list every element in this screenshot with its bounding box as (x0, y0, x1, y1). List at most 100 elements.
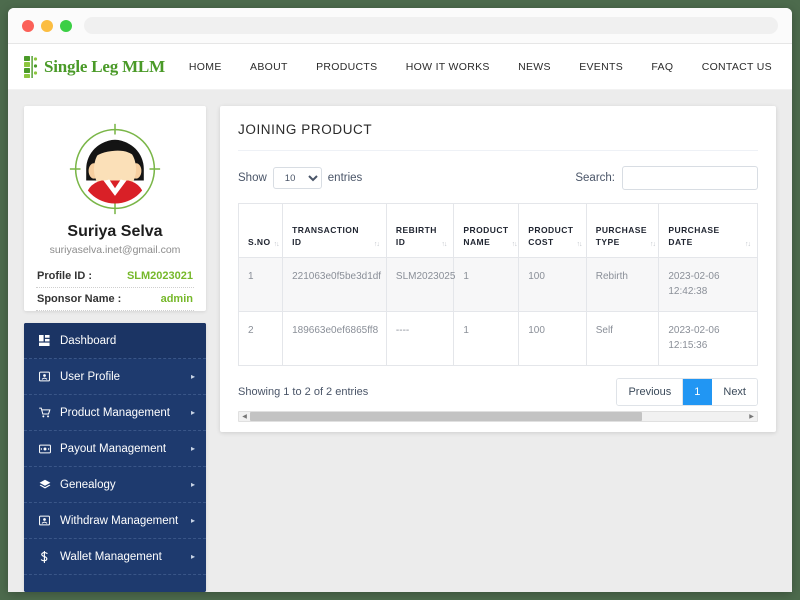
column-header-product-cost[interactable]: PRODUCT COST ↑↓ (518, 203, 587, 258)
site-logo[interactable]: Single Leg MLM (24, 55, 165, 79)
cell-product-name: 1 (453, 256, 520, 312)
search-input[interactable] (622, 166, 758, 190)
site-header: Single Leg MLM HOME ABOUT PRODUCTS HOW I… (8, 44, 792, 90)
show-label: Show (238, 172, 267, 184)
page-length-control: Show 10 25 50 100 entries (238, 167, 362, 189)
sort-icon: ↑↓ (441, 240, 447, 248)
minimize-window-button[interactable] (41, 19, 53, 32)
user-card-icon (37, 515, 52, 526)
chevron-right-icon: ▸ (190, 443, 195, 453)
column-label-transaction-id: TRANSACTION ID (292, 225, 359, 248)
chevron-right-icon: ▸ (190, 515, 195, 525)
sidebar-item-user-profile[interactable]: User Profile ▸ (24, 359, 206, 395)
sponsor-name-label: Sponsor Name : (37, 293, 122, 305)
page-title: JOINING PRODUCT (238, 122, 758, 151)
column-header-product-name[interactable]: PRODUCT NAME ↑↓ (453, 203, 520, 258)
sort-icon: ↑↓ (511, 240, 518, 248)
traffic-lights (22, 19, 72, 32)
sidebar-item-payout-management[interactable]: Payout Management ▸ (24, 431, 206, 467)
cell-transaction-id: 189663e0ef6865ff8 (282, 310, 387, 366)
layers-icon (37, 479, 52, 490)
column-header-sno[interactable]: S.NO ↑↓ (238, 203, 284, 258)
brand-name: Single Leg MLM (44, 56, 165, 76)
sidebar-item-product-management[interactable]: Product Management ▸ (24, 395, 206, 431)
horizontal-scrollbar[interactable]: ◀ ▶ (238, 411, 758, 423)
column-label-purchase-date: PURCHASE DATE (668, 225, 720, 248)
table-row: 2 189663e0ef6865ff8 ---- 1 100 Self 2023… (238, 310, 758, 366)
sidebar-menu: Dashboard User Profile ▸ Product Managem… (24, 323, 206, 592)
column-header-rebirth-id[interactable]: REBIRTH ID ↑↓ (385, 203, 455, 258)
cell-transaction-id: 221063e0f5be3d1df (282, 256, 387, 312)
sidebar-label-user-profile: User Profile (60, 370, 121, 383)
scrollbar-thumb[interactable] (250, 412, 642, 422)
table-footer: Showing 1 to 2 of 2 entries Previous 1 N… (238, 366, 758, 407)
column-label-rebirth-id: REBIRTH ID (395, 225, 437, 248)
table-header-row: S.NO ↑↓ TRANSACTION ID ↑↓ REBIRTH ID ↑↓ … (238, 203, 758, 258)
chevron-right-icon: ▸ (190, 479, 195, 489)
table-row: 1 221063e0f5be3d1df SLM2023025 1 100 Reb… (238, 256, 758, 312)
table-info: Showing 1 to 2 of 2 entries (238, 385, 369, 398)
nav-item-home[interactable]: HOME (189, 61, 222, 73)
maximize-window-button[interactable] (60, 19, 72, 32)
browser-window: Single Leg MLM HOME ABOUT PRODUCTS HOW I… (8, 8, 792, 592)
nav-item-faq[interactable]: FAQ (651, 61, 673, 73)
profile-detail-rows: Profile ID : SLM2023021 Sponsor Name : a… (36, 265, 194, 311)
nav-item-events[interactable]: EVENTS (579, 61, 623, 73)
main-navigation: HOME ABOUT PRODUCTS HOW IT WORKS NEWS EV… (183, 61, 774, 73)
column-label-sno: S.NO (248, 237, 271, 248)
close-window-button[interactable] (22, 19, 34, 32)
leaf-logo-icon (24, 55, 38, 78)
search-control: Search: (575, 166, 758, 190)
nav-item-how-it-works[interactable]: HOW IT WORKS (406, 61, 490, 73)
page-length-select[interactable]: 10 25 50 100 (272, 167, 322, 189)
avatar (69, 123, 161, 215)
nav-item-news[interactable]: NEWS (518, 61, 551, 73)
nav-item-contact-us[interactable]: CONTACT US (702, 61, 772, 73)
sidebar: Suriya Selva suriyaselva.inet@gmail.com … (24, 106, 206, 592)
cell-product-cost: 100 (518, 310, 587, 366)
profile-id-value: SLM2023021 (126, 270, 193, 282)
sidebar-label-wallet-management: Wallet Management (60, 550, 162, 563)
chevron-right-icon: ▸ (190, 407, 195, 417)
dollar-sign-icon (37, 550, 52, 563)
cell-purchase-type: Self (585, 310, 660, 366)
main-content: JOINING PRODUCT Show 10 25 50 100 entrie… (220, 106, 776, 592)
profile-row-sponsor-name: Sponsor Name : admin (36, 288, 194, 311)
profile-email: suriyaselva.inet@gmail.com (49, 244, 181, 256)
entries-label: entries (327, 172, 363, 184)
profile-id-label: Profile ID : (37, 270, 93, 282)
sidebar-item-next-partial[interactable] (24, 575, 206, 592)
browser-chrome-bar (8, 8, 792, 44)
column-label-product-name: PRODUCT NAME (463, 225, 509, 248)
table-body: 1 221063e0f5be3d1df SLM2023025 1 100 Reb… (238, 256, 758, 366)
sidebar-item-wallet-management[interactable]: Wallet Management ▸ (24, 539, 206, 575)
cell-sno: 1 (238, 256, 284, 312)
search-label: Search: (575, 172, 615, 184)
scroll-left-arrow-icon[interactable]: ◀ (239, 413, 250, 420)
nav-item-about[interactable]: ABOUT (250, 61, 288, 73)
sort-icon: ↑↓ (273, 240, 280, 248)
url-bar[interactable] (84, 17, 778, 34)
sidebar-item-withdraw-management[interactable]: Withdraw Management ▸ (24, 503, 206, 539)
profile-row-profile-id: Profile ID : SLM2023021 (36, 265, 194, 288)
chevron-right-icon: ▸ (190, 371, 195, 381)
scrollbar-track[interactable] (250, 412, 746, 422)
nav-item-products[interactable]: PRODUCTS (316, 61, 377, 73)
pagination-previous[interactable]: Previous (617, 378, 684, 406)
cell-rebirth-id: ---- (385, 310, 455, 366)
sponsor-name-value: admin (160, 293, 193, 305)
chevron-right-icon: ▸ (190, 551, 195, 561)
sidebar-item-dashboard[interactable]: Dashboard (24, 323, 206, 359)
cell-purchase-type: Rebirth (585, 256, 660, 312)
column-header-purchase-type[interactable]: PURCHASE TYPE ↑↓ (585, 203, 660, 258)
scroll-right-arrow-icon[interactable]: ▶ (746, 413, 757, 420)
pagination-next[interactable]: Next (712, 378, 757, 406)
pagination-page-1[interactable]: 1 (683, 378, 713, 406)
cell-purchase-date: 2023-02-06 12:15:36 (658, 310, 758, 366)
cell-product-cost: 100 (518, 256, 587, 312)
page-body: Suriya Selva suriyaselva.inet@gmail.com … (8, 90, 792, 592)
column-header-purchase-date[interactable]: PURCHASE DATE ↑↓ (658, 203, 758, 258)
sidebar-item-genealogy[interactable]: Genealogy ▸ (24, 467, 206, 503)
column-header-transaction-id[interactable]: TRANSACTION ID ↑↓ (282, 203, 387, 258)
profile-card: Suriya Selva suriyaselva.inet@gmail.com … (24, 106, 206, 311)
